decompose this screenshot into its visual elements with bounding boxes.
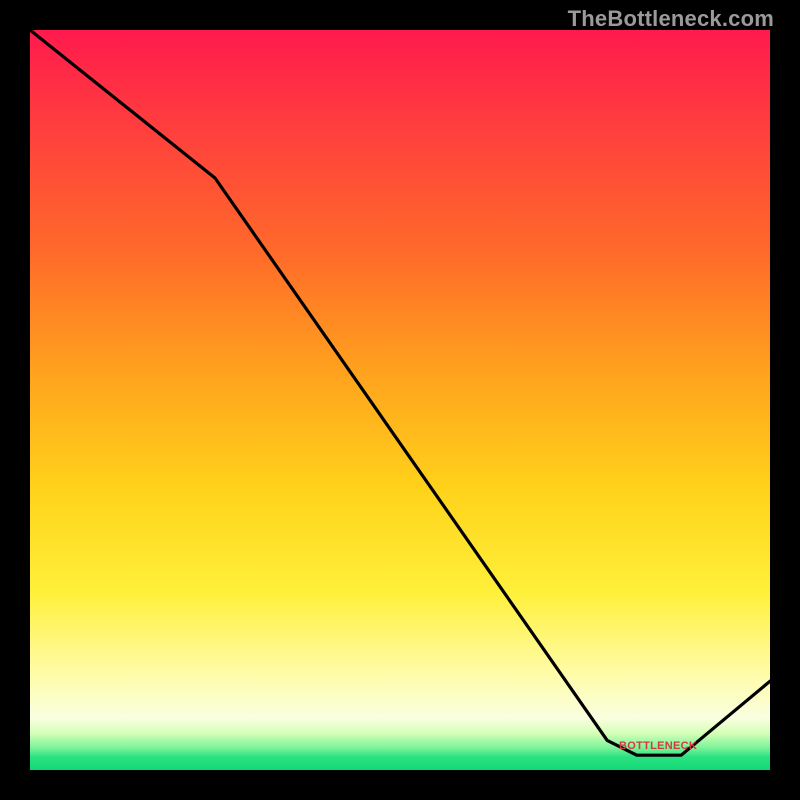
watermark-text: TheBottleneck.com: [568, 6, 774, 32]
chart-stage: TheBottleneck.com BOTTLENECK: [0, 0, 800, 800]
line-layer: [30, 30, 770, 770]
plot-area: BOTTLENECK: [30, 30, 770, 770]
bottom-annotation: BOTTLENECK: [619, 740, 697, 752]
series-curve: [30, 30, 770, 755]
